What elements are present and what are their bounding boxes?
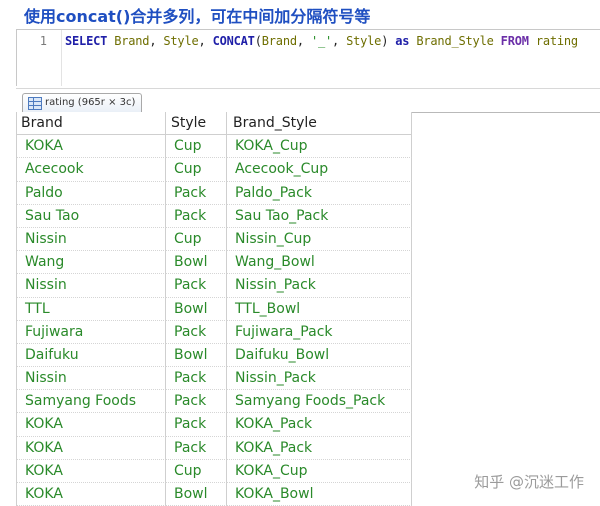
tab-label: rating (965r × 3c) — [45, 97, 136, 108]
cell-brand-style[interactable]: KOKA_Cup — [227, 135, 412, 159]
cell-brand-style[interactable]: Wang_Bowl — [227, 251, 412, 275]
cell-brand-style[interactable]: Nissin_Cup — [227, 227, 412, 252]
table-row[interactable]: Sau Tao Pack Sau Tao_Pack — [17, 204, 412, 228]
cell-brand-style[interactable]: Nissin_Pack — [227, 367, 412, 391]
grid-body: KOKA Cup KOKA_Cup Acecook Cup Acecook_Cup Pald… — [17, 135, 412, 506]
table-row[interactable]: KOKA Bowl KOKA_Bowl — [17, 483, 412, 506]
tab-rating-result[interactable]: rating (965r × 3c) — [22, 93, 143, 112]
table-row[interactable]: Wang Bowl Wang_Bowl — [17, 251, 412, 275]
comma: , — [149, 34, 164, 48]
cell-brand[interactable]: KOKA — [17, 135, 166, 159]
line-gutter: 1 — [17, 30, 62, 86]
cell-brand[interactable]: TTL — [17, 297, 166, 321]
col-style-arg: Style — [346, 34, 382, 48]
separator-string: '_' — [310, 34, 333, 48]
table-row[interactable]: Paldo Pack Paldo_Pack — [17, 181, 412, 205]
cell-brand[interactable]: KOKA — [17, 413, 166, 437]
kw-from: FROM — [500, 34, 529, 48]
cell-brand[interactable]: Paldo — [17, 181, 166, 205]
cell-brand-style[interactable]: Sau Tao_Pack — [227, 204, 412, 228]
comma: , — [296, 34, 311, 48]
col-brand: Brand — [114, 34, 150, 48]
table-row[interactable]: Fujiwara Pack Fujiwara_Pack — [17, 320, 412, 344]
cell-brand[interactable]: Wang — [17, 251, 166, 275]
cell-brand-style[interactable]: Nissin_Pack — [227, 274, 412, 298]
cell-brand-style[interactable]: KOKA_Pack — [227, 436, 412, 460]
comma: , — [198, 34, 213, 48]
cell-brand-style[interactable]: KOKA_Pack — [227, 413, 412, 437]
cell-brand-style[interactable]: TTL_Bowl — [227, 297, 412, 321]
cell-style[interactable]: Bowl — [166, 483, 227, 506]
cell-style[interactable]: Pack — [166, 204, 227, 228]
comma: , — [332, 34, 347, 48]
fn-concat: CONCAT — [212, 34, 255, 48]
cell-brand[interactable]: Daifuku — [17, 343, 166, 368]
cell-brand[interactable]: Nissin — [17, 274, 166, 298]
table-row[interactable]: KOKA Pack KOKA_Pack — [17, 413, 412, 437]
column-header-brand[interactable]: Brand — [17, 112, 166, 136]
cell-style[interactable]: Bowl — [166, 251, 227, 275]
cell-brand-style[interactable]: Fujiwara_Pack — [227, 320, 412, 344]
cell-style[interactable]: Cup — [166, 135, 227, 159]
page-title: 使用concat()合并多列，可在中间加分隔符号等 — [24, 7, 371, 26]
cell-brand[interactable]: KOKA — [17, 459, 166, 483]
cell-brand-style[interactable]: Acecook_Cup — [227, 158, 412, 182]
table-row[interactable]: TTL Bowl TTL_Bowl — [17, 297, 412, 321]
col-style: Style — [163, 34, 199, 48]
cell-brand[interactable]: KOKA — [17, 436, 166, 460]
cell-brand[interactable]: Nissin — [17, 227, 166, 252]
column-header-style[interactable]: Style — [166, 112, 227, 136]
cell-style[interactable]: Bowl — [166, 343, 227, 368]
cell-brand-style[interactable]: Paldo_Pack — [227, 181, 412, 205]
cell-style[interactable]: Pack — [166, 390, 227, 414]
kw-select: SELECT — [65, 34, 108, 48]
cell-brand-style[interactable]: Daifuku_Bowl — [227, 343, 412, 368]
cell-style[interactable]: Cup — [166, 158, 227, 182]
cell-style[interactable]: Pack — [166, 367, 227, 391]
sql-editor[interactable]: 1 SELECT Brand, Style, CONCAT(Brand, '_'… — [16, 29, 600, 86]
cell-style[interactable]: Pack — [166, 436, 227, 460]
paren-close: ) — [381, 34, 389, 48]
cell-style[interactable]: Pack — [166, 274, 227, 298]
table-row[interactable]: KOKA Pack KOKA_Pack — [17, 436, 412, 460]
table-grid-icon — [28, 97, 42, 110]
table-row[interactable]: KOKA Cup KOKA_Cup — [17, 459, 412, 483]
cell-style[interactable]: Pack — [166, 181, 227, 205]
cell-style[interactable]: Cup — [166, 227, 227, 252]
cell-brand[interactable]: Samyang Foods — [17, 390, 166, 414]
result-grid[interactable]: Brand Style Brand_Style KOKA Cup KOKA_Cup A… — [16, 112, 412, 506]
cell-brand-style[interactable]: Samyang Foods_Pack — [227, 390, 412, 414]
table-row[interactable]: Nissin Pack Nissin_Pack — [17, 274, 412, 298]
panel-divider[interactable] — [16, 88, 600, 89]
table-row[interactable]: Nissin Cup Nissin_Cup — [17, 227, 412, 252]
cell-brand[interactable]: Acecook — [17, 158, 166, 182]
table-row[interactable]: Daifuku Bowl Daifuku_Bowl — [17, 343, 412, 368]
line-number: 1 — [39, 34, 47, 48]
table-row[interactable]: Acecook Cup Acecook_Cup — [17, 158, 412, 182]
result-tab-bar: rating (965r × 3c) — [16, 92, 600, 113]
cell-brand[interactable]: Nissin — [17, 367, 166, 391]
paren-open: ( — [254, 34, 262, 48]
cell-style[interactable]: Pack — [166, 413, 227, 437]
table-name: rating — [535, 34, 578, 48]
cell-brand[interactable]: KOKA — [17, 483, 166, 506]
kw-as: as — [395, 34, 410, 48]
sql-code-line[interactable]: SELECT Brand, Style, CONCAT(Brand, '_', … — [65, 34, 578, 48]
col-brand-arg: Brand — [261, 34, 297, 48]
cell-brand-style[interactable]: KOKA_Bowl — [227, 483, 412, 506]
cell-style[interactable]: Bowl — [166, 297, 227, 321]
cell-brand-style[interactable]: KOKA_Cup — [227, 459, 412, 483]
cell-brand[interactable]: Fujiwara — [17, 320, 166, 344]
grid-header-row: Brand Style Brand_Style — [17, 112, 412, 136]
cell-brand[interactable]: Sau Tao — [17, 204, 166, 228]
table-row[interactable]: Nissin Pack Nissin_Pack — [17, 367, 412, 391]
table-row[interactable]: KOKA Cup KOKA_Cup — [17, 135, 412, 159]
alias-brand-style: Brand_Style — [416, 34, 494, 48]
cell-style[interactable]: Cup — [166, 459, 227, 483]
table-row[interactable]: Samyang Foods Pack Samyang Foods_Pack — [17, 390, 412, 414]
column-header-brand-style[interactable]: Brand_Style — [227, 112, 412, 136]
watermark: 知乎 @沉迷工作 — [474, 473, 584, 491]
cell-style[interactable]: Pack — [166, 320, 227, 344]
